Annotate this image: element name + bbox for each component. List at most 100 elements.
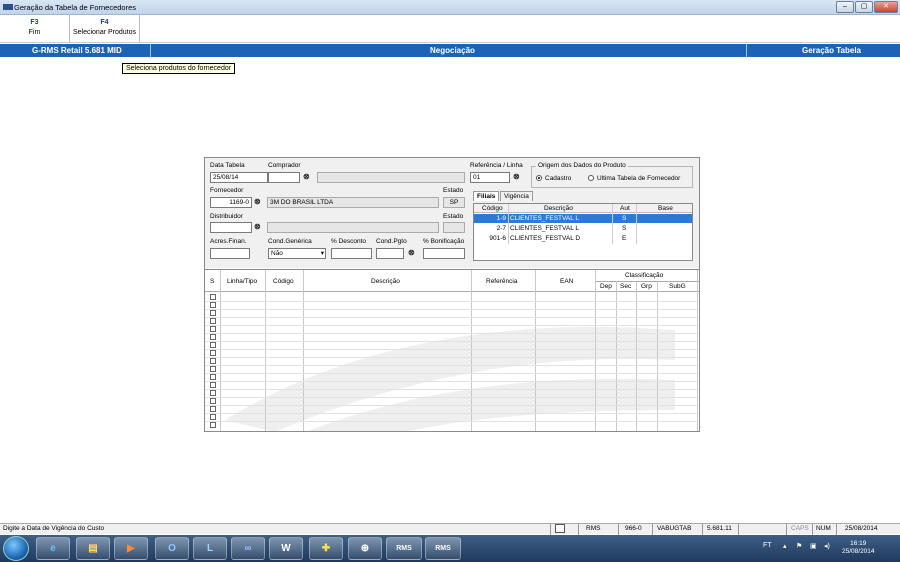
- col-ean: EAN: [560, 278, 574, 285]
- cond-pgto-label: Cond.Pgto: [376, 238, 407, 245]
- distribuidor-input[interactable]: [210, 222, 252, 233]
- page-icon: [555, 524, 565, 533]
- row-checkbox[interactable]: [210, 302, 216, 308]
- row-checkbox[interactable]: [210, 358, 216, 364]
- clock-date: 25/08/2014: [842, 548, 875, 555]
- tray-network-icon[interactable]: ▣: [810, 542, 817, 550]
- filiais-row[interactable]: 901-6 CLIENTES_FESTVAL D E: [474, 234, 692, 243]
- col-s: S: [210, 278, 215, 285]
- filial-descricao: CLIENTES_FESTVAL L: [510, 215, 579, 222]
- word-taskbar-icon[interactable]: W: [269, 537, 303, 560]
- col-descricao: Descrição: [544, 205, 573, 212]
- cond-pgto-input[interactable]: [376, 248, 404, 259]
- main-panel: Data Tabela 25/08/14 Comprador ⊗ Referên…: [204, 157, 700, 432]
- origem-ultima-tabela-radio[interactable]: Ultima Tabela de Fornecedor: [588, 175, 680, 182]
- f4-label: Selecionar Produtos: [72, 29, 137, 36]
- row-checkbox[interactable]: [210, 398, 216, 404]
- data-tabela-input[interactable]: 25/08/14: [210, 172, 268, 183]
- f3-label: Fim: [28, 29, 41, 36]
- filiais-row[interactable]: 2-7 CLIENTES_FESTVAL L S: [474, 224, 692, 233]
- cond-generica-value: Não: [271, 250, 283, 257]
- start-button[interactable]: [3, 536, 29, 561]
- filial-aut: S: [622, 215, 627, 222]
- acres-finan-label: Acres.Finan.: [210, 238, 247, 245]
- row-checkbox[interactable]: [210, 334, 216, 340]
- f3-fim-button[interactable]: F3 Fim: [0, 15, 70, 43]
- row-checkbox[interactable]: [210, 350, 216, 356]
- col-referencia: Referência: [486, 278, 518, 285]
- row-checkbox[interactable]: [210, 422, 216, 428]
- distribuidor-label: Distribuidor: [210, 213, 243, 220]
- minimize-button[interactable]: –: [836, 1, 854, 13]
- estado-field: SP: [443, 197, 465, 208]
- plus-taskbar-icon[interactable]: ✚: [309, 537, 343, 560]
- close-button[interactable]: ✕: [874, 1, 898, 13]
- fornecedor-input[interactable]: 1169-0: [210, 197, 252, 208]
- status-program: VABUGTAB: [657, 525, 692, 532]
- title-bar: Geração da Tabela de Fornecedores – ▢ ✕: [0, 0, 900, 15]
- origem-cadastro-label: Cadastro: [545, 175, 572, 182]
- col-base: Base: [658, 205, 673, 212]
- comprador-input[interactable]: [268, 172, 300, 183]
- media-taskbar-icon[interactable]: ▶: [114, 537, 148, 560]
- acres-finan-input[interactable]: [210, 248, 250, 259]
- search-comprador-icon[interactable]: ⊗: [303, 172, 310, 181]
- row-checkbox[interactable]: [210, 318, 216, 324]
- maximize-button[interactable]: ▢: [855, 1, 873, 13]
- clock[interactable]: 16:19 25/08/2014: [842, 540, 875, 556]
- desconto-input[interactable]: [331, 248, 372, 259]
- bonificacao-input[interactable]: [423, 248, 465, 259]
- filiais-row[interactable]: 1-9 CLIENTES_FESTVAL L S: [474, 214, 692, 223]
- status-version: 5.681.11: [707, 525, 732, 532]
- explorer-taskbar-icon[interactable]: ▤: [76, 537, 110, 560]
- referencia-input[interactable]: 01: [470, 172, 510, 183]
- search-distribuidor-icon[interactable]: ⊗: [254, 222, 261, 231]
- distribuidor-nome-field: [267, 222, 439, 233]
- tray-flag-icon[interactable]: ⚑: [796, 542, 802, 550]
- status-bar: Digite a Data de Vigência do Custo RMS 9…: [0, 523, 900, 535]
- row-checkbox[interactable]: [210, 390, 216, 396]
- f3-key: F3: [30, 19, 39, 26]
- rms-taskbar-icon-2[interactable]: RMS: [425, 537, 461, 560]
- tray-volume-icon[interactable]: ◂): [824, 542, 830, 550]
- row-checkbox[interactable]: [210, 310, 216, 316]
- grid-header: S Linha/Tipo Código Descrição Referência…: [205, 270, 699, 292]
- origem-label: Origem dos Dados do Produto: [536, 162, 628, 169]
- f4-selecionar-produtos-button[interactable]: F4 Selecionar Produtos: [70, 15, 140, 43]
- cond-generica-select[interactable]: Não ▾: [268, 248, 326, 259]
- tab-filiais[interactable]: Filiais: [473, 191, 500, 201]
- row-checkbox[interactable]: [210, 366, 216, 372]
- taskbar: e ▤ ▶ O L ∞ W ✚ ⊕ RMS RMS FT ▴ ⚑ ▣ ◂) 16…: [0, 535, 900, 562]
- row-checkbox[interactable]: [210, 326, 216, 332]
- remote-taskbar-icon[interactable]: ∞: [231, 537, 265, 560]
- col-subg: SubG: [669, 283, 686, 290]
- col-grp: Grp: [641, 283, 652, 290]
- row-checkbox[interactable]: [210, 374, 216, 380]
- outlook-taskbar-icon[interactable]: O: [155, 537, 189, 560]
- row-checkbox[interactable]: [210, 382, 216, 388]
- search-fornecedor-icon[interactable]: ⊗: [254, 197, 261, 206]
- tab-vigencia[interactable]: Vigência: [500, 191, 533, 201]
- status-num: NUM: [816, 525, 831, 532]
- ie-taskbar-icon[interactable]: e: [36, 537, 70, 560]
- search-cond-pgto-icon[interactable]: ⊗: [408, 248, 415, 257]
- search-referencia-icon[interactable]: ⊗: [513, 172, 520, 181]
- referencia-label: Referência / Linha: [470, 162, 523, 169]
- rms-taskbar-icon[interactable]: RMS: [386, 537, 422, 560]
- row-checkbox[interactable]: [210, 414, 216, 420]
- tray-arrow-icon[interactable]: ▴: [783, 542, 787, 550]
- row-checkbox[interactable]: [210, 294, 216, 300]
- estado-label: Estado: [443, 187, 464, 194]
- row-checkbox[interactable]: [210, 342, 216, 348]
- language-indicator[interactable]: FT: [763, 542, 772, 549]
- row-checkbox[interactable]: [210, 406, 216, 412]
- col-aut: Aut: [620, 205, 630, 212]
- app-taskbar-icon[interactable]: ⊕: [348, 537, 382, 560]
- col-sec: Sec: [620, 283, 632, 290]
- products-grid: S Linha/Tipo Código Descrição Referência…: [205, 269, 699, 431]
- origem-cadastro-radio[interactable]: Cadastro: [536, 175, 571, 182]
- desconto-label: % Desconto: [331, 238, 367, 245]
- watermark-logo: [225, 326, 675, 431]
- lync-taskbar-icon[interactable]: L: [193, 537, 227, 560]
- bonificacao-label: % Bonificação: [423, 238, 465, 245]
